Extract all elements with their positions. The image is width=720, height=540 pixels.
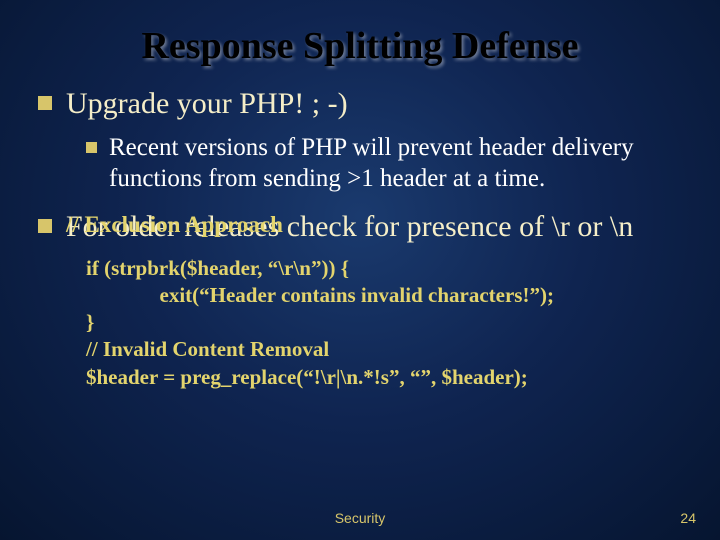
bullet-icon bbox=[86, 142, 97, 153]
slide-body: Upgrade your PHP! ; -) Recent versions o… bbox=[0, 86, 720, 391]
bullet-icon bbox=[38, 219, 52, 233]
code-line: exit(“Header contains invalid characters… bbox=[86, 282, 682, 309]
subbullet-1-text: Recent versions of PHP will prevent head… bbox=[109, 132, 682, 195]
slide-title: Response Splitting Defense bbox=[0, 0, 720, 86]
code-line: $header = preg_replace(“!\r|\n.*!s”, “”,… bbox=[86, 364, 682, 391]
code-block: if (strpbrk($header, “\r\n”)) { exit(“He… bbox=[86, 255, 682, 391]
code-line: // Invalid Content Removal bbox=[86, 336, 682, 363]
bullet-1-text: Upgrade your PHP! ; -) bbox=[66, 86, 348, 122]
bullet-2: For older releases check for presence of… bbox=[38, 209, 682, 245]
bullet-2-overlay-text: // Exclusion Approach bbox=[66, 211, 283, 239]
footer-center: Security bbox=[0, 510, 720, 526]
bullet-1: Upgrade your PHP! ; -) bbox=[38, 86, 682, 122]
page-number: 24 bbox=[680, 510, 696, 526]
code-line: if (strpbrk($header, “\r\n”)) { bbox=[86, 255, 682, 282]
code-line: } bbox=[86, 309, 682, 336]
bullet-icon bbox=[38, 96, 52, 110]
subbullet-1: Recent versions of PHP will prevent head… bbox=[86, 132, 682, 195]
